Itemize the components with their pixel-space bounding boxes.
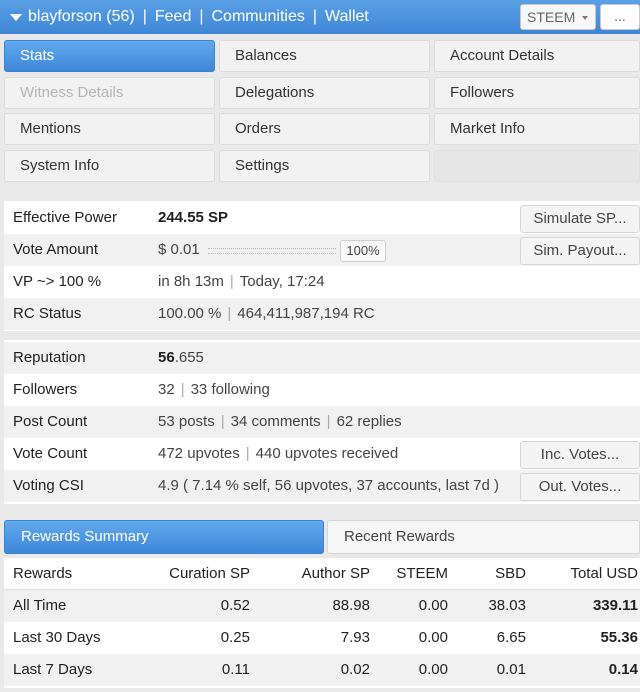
cell-total-usd: 55.36 <box>600 629 638 646</box>
followers-row: Followers 32 | 33 following <box>4 374 640 406</box>
effective-power-value: 244.55 SP <box>158 209 229 226</box>
cell-sbd: 38.03 <box>488 597 526 614</box>
voting-csi-label: Voting CSI <box>13 477 84 494</box>
menu-mentions[interactable]: Mentions <box>4 113 215 145</box>
reputation-row: Reputation 56.655 <box>4 342 640 374</box>
cell-author-sp: 88.98 <box>332 597 370 614</box>
cell-sbd: 0.01 <box>496 661 526 678</box>
incoming-votes-button[interactable]: Inc. Votes... <box>520 441 640 469</box>
nav-communities[interactable]: Communities <box>212 8 305 26</box>
nav-separator: | <box>312 8 318 25</box>
vote-count-row: Vote Count 472 upvotes | 440 upvotes recei… <box>4 438 640 470</box>
col-total-usd: Total USD <box>570 565 638 582</box>
post-count-row: Post Count 53 posts | 34 comments | 62 repli… <box>4 406 640 438</box>
cell-curation-sp: 0.11 <box>221 661 250 678</box>
reputation-label: Reputation <box>13 349 86 366</box>
vote-weight-slider[interactable]: 100% <box>208 240 386 262</box>
more-button[interactable]: ... <box>600 4 640 30</box>
cell-curation-sp: 0.25 <box>220 629 250 646</box>
cell-total-usd: 339.11 <box>592 597 638 614</box>
cell-author-sp: 0.02 <box>340 661 370 678</box>
token-select[interactable]: STEEM <box>520 4 596 30</box>
vote-weight-percent[interactable]: 100% <box>340 240 386 262</box>
tab-recent-rewards[interactable]: Recent Rewards <box>327 520 640 554</box>
cell-total-usd: 0.14 <box>608 661 638 678</box>
table-row: Last 30 Days 0.25 7.93 0.00 6.65 55.36 <box>4 622 640 654</box>
followers-label: Followers <box>13 381 78 398</box>
menu-followers[interactable]: Followers <box>434 77 640 109</box>
user-link[interactable]: blayforson (56) <box>28 8 135 26</box>
col-curation-sp: Curation SP <box>169 565 250 582</box>
cell-curation-sp: 0.52 <box>220 597 250 614</box>
nav-wallet[interactable]: Wallet <box>325 8 369 26</box>
effective-power-label: Effective Power <box>13 209 117 226</box>
vote-amount-value: $ 0.01 <box>158 241 200 258</box>
vote-weight-track[interactable] <box>208 248 336 254</box>
voting-csi-value: 4.9 ( 7.14 % self, 56 upvotes, 37 accoun… <box>158 477 500 494</box>
top-nav: blayforson (56) | Feed | Communities | W… <box>28 8 369 26</box>
rc-status-row: RC Status 100.00 % | 464,411,987,194 RC <box>4 298 640 330</box>
caret-down-icon <box>582 16 588 20</box>
col-sbd: SBD <box>495 565 526 582</box>
post-count-value: 53 posts | 34 comments | 62 replies <box>158 413 402 430</box>
menu-stats[interactable]: Stats <box>4 40 215 72</box>
followers-value: 32 | 33 following <box>158 381 270 398</box>
voting-csi-row: Voting CSI 4.9 ( 7.14 % self, 56 upvotes… <box>4 470 640 502</box>
menu-market-info[interactable]: Market Info <box>434 113 640 145</box>
rc-status-value: 100.00 % | 464,411,987,194 RC <box>158 305 375 322</box>
profile-panel: Reputation 56.655 Followers 32 | 33 follow… <box>4 340 640 504</box>
chevron-down-icon[interactable] <box>10 12 22 22</box>
reputation-value: 56.655 <box>158 349 204 366</box>
menu-empty-cell <box>434 150 640 182</box>
vp-row: VP ~> 100 % in 8h 13m | Today, 17:24 <box>4 266 640 298</box>
effective-power-row: Effective Power 244.55 SP Simulate SP... <box>4 202 640 234</box>
simulate-sp-button[interactable]: Simulate SP... <box>520 205 640 233</box>
cell-sbd: 6.65 <box>496 629 526 646</box>
menu-settings[interactable]: Settings <box>219 150 430 182</box>
stats-menu: Stats Balances Account Details Witness D… <box>4 40 640 186</box>
menu-orders[interactable]: Orders <box>219 113 430 145</box>
vote-count-value: 472 upvotes | 440 upvotes received <box>158 445 399 462</box>
menu-witness-details: Witness Details <box>4 77 215 109</box>
menu-delegations[interactable]: Delegations <box>219 77 430 109</box>
col-rewards: Rewards <box>13 565 73 582</box>
cell-author-sp: 7.93 <box>340 629 370 646</box>
row-period: Last 7 Days <box>13 661 93 678</box>
row-period: Last 30 Days <box>13 629 101 646</box>
vote-amount-label: Vote Amount <box>13 241 99 258</box>
table-row: Last 7 Days 0.11 0.02 0.00 0.01 0.14 <box>4 654 640 686</box>
rewards-table: Rewards Curation SP Author SP STEEM SBD … <box>4 558 640 688</box>
col-author-sp: Author SP <box>301 565 370 582</box>
rc-status-label: RC Status <box>13 305 82 322</box>
nav-separator: | <box>142 8 147 25</box>
post-count-label: Post Count <box>13 413 88 430</box>
nav-separator: | <box>199 8 204 25</box>
cell-steem: 0.00 <box>418 661 448 678</box>
sim-payout-button[interactable]: Sim. Payout... <box>520 237 640 265</box>
vote-amount-row: Vote Amount $ 0.01 100% Sim. Payout... <box>4 234 640 266</box>
cell-steem: 0.00 <box>418 597 448 614</box>
token-select-value: STEEM <box>527 9 576 25</box>
tab-rewards-summary[interactable]: Rewards Summary <box>4 520 324 554</box>
outgoing-votes-button[interactable]: Out. Votes... <box>520 473 640 501</box>
stats-panel: Effective Power 244.55 SP Simulate SP...… <box>4 201 640 331</box>
menu-balances[interactable]: Balances <box>219 40 430 72</box>
row-period: All Time <box>13 597 67 614</box>
vp-label: VP ~> 100 % <box>13 273 102 290</box>
vote-count-label: Vote Count <box>13 445 88 462</box>
vp-value: in 8h 13m | Today, 17:24 <box>158 273 325 290</box>
cell-steem: 0.00 <box>418 629 448 646</box>
menu-account-details[interactable]: Account Details <box>434 40 640 72</box>
table-header-row: Rewards Curation SP Author SP STEEM SBD … <box>4 558 640 590</box>
table-row: All Time 0.52 88.98 0.00 38.03 339.11 <box>4 590 640 622</box>
top-bar: blayforson (56) | Feed | Communities | W… <box>0 0 640 34</box>
col-steem: STEEM <box>396 565 448 582</box>
rewards-tabs: Rewards Summary Recent Rewards <box>4 520 640 556</box>
menu-system-info[interactable]: System Info <box>4 150 215 182</box>
nav-feed[interactable]: Feed <box>155 8 191 26</box>
